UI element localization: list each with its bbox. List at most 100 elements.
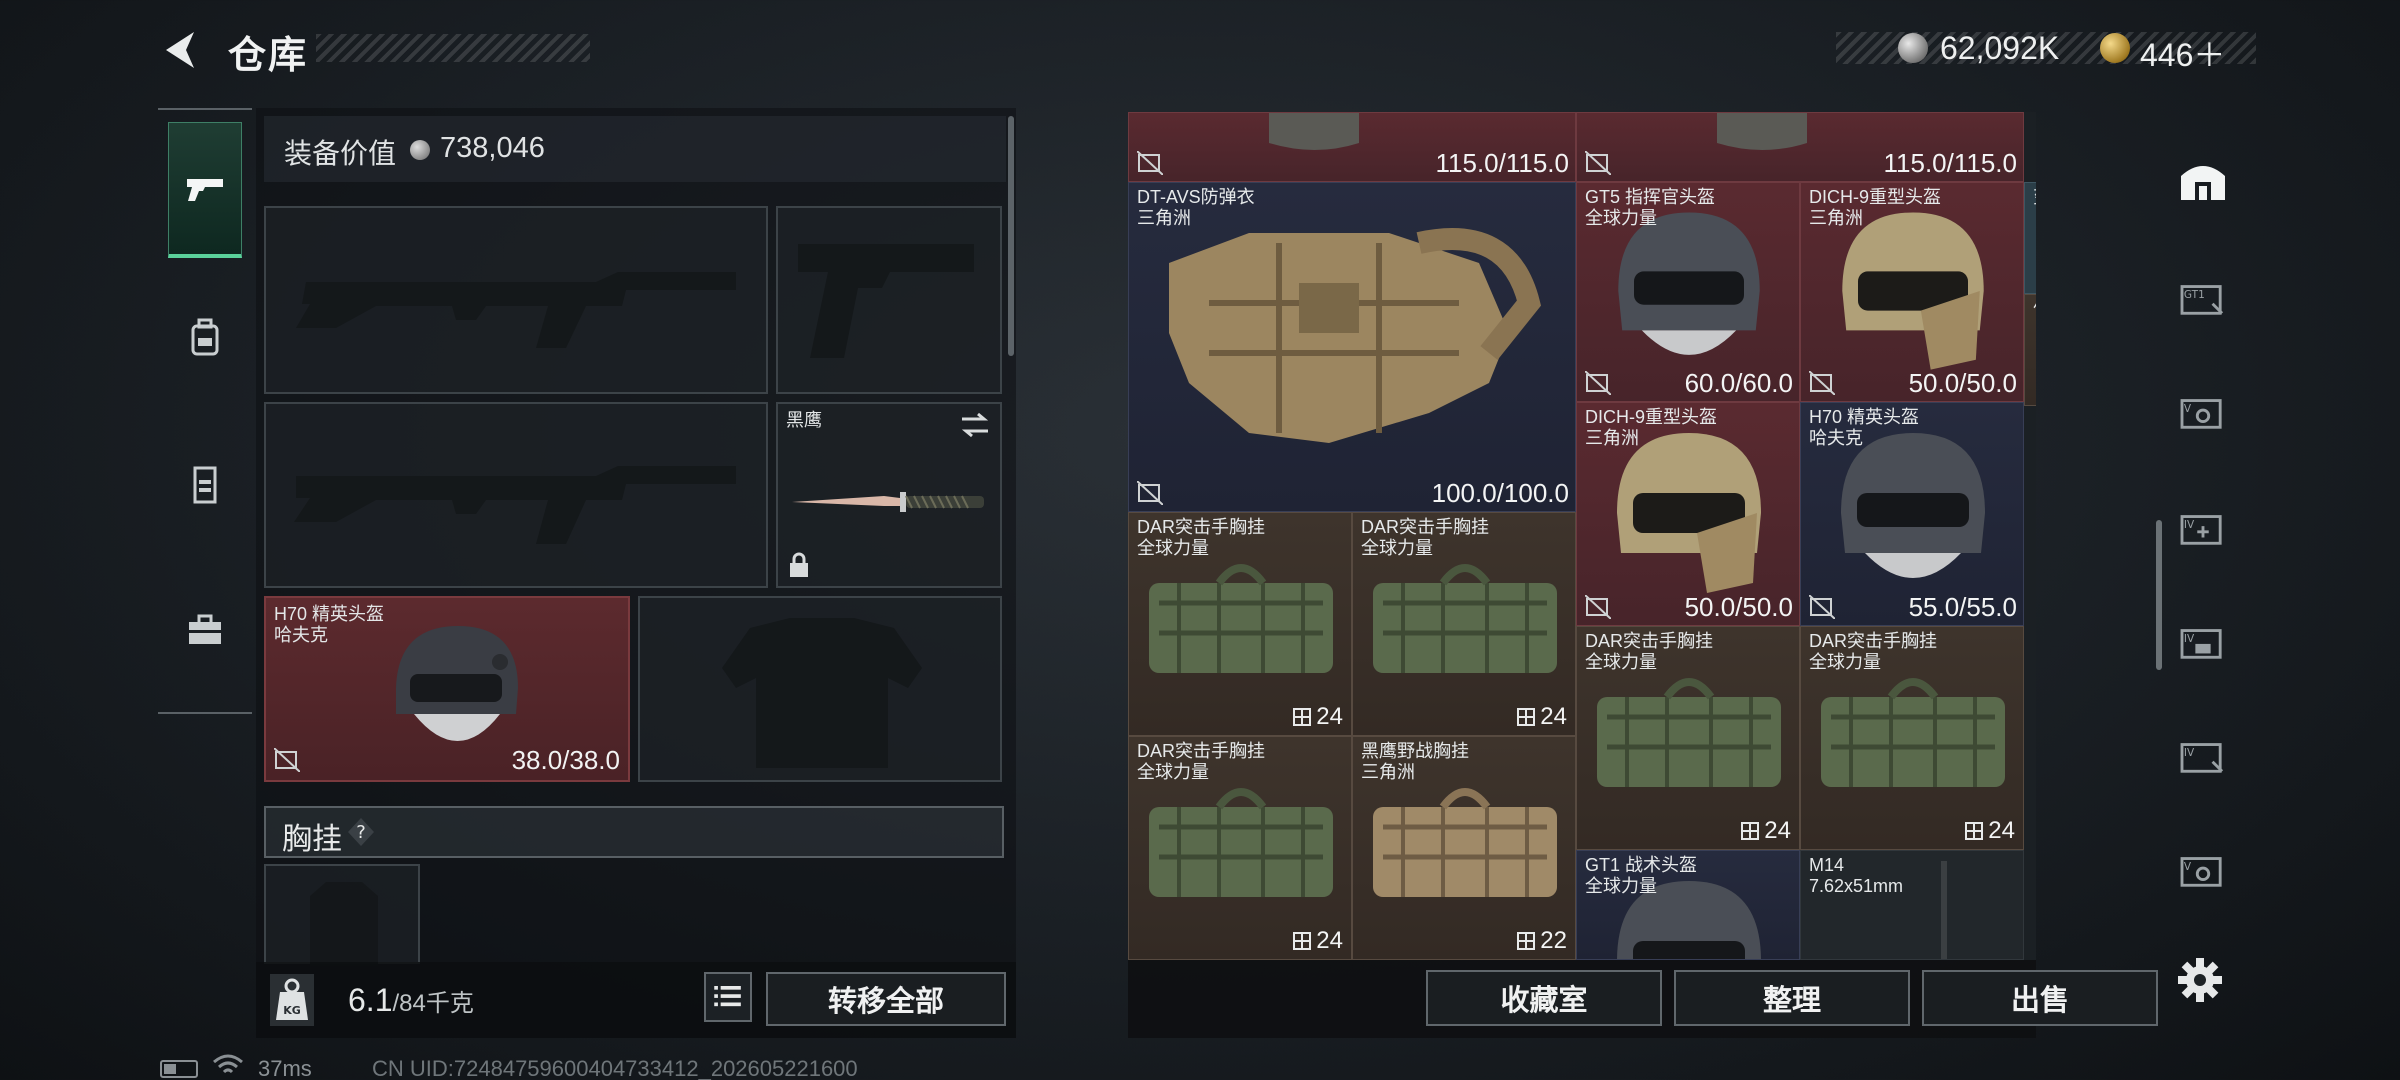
stash-page-1-tab[interactable]: GT1 [2172,268,2234,328]
stash-page-icon: IV [2180,743,2224,773]
capacity-value: 24 [1764,817,1791,844]
chest-rig-slot[interactable] [264,864,420,966]
item-name: 变电站宿舍 [2033,187,2036,208]
repair-status-icon [1585,151,1611,175]
weight-display: 6.1/84千克 [348,982,474,1019]
svg-text:V: V [2184,403,2192,415]
stash-page-4-tab[interactable]: IV [2172,612,2234,672]
item-capacity: 24 [1964,817,2015,845]
svg-text:IV: IV [2184,519,2195,531]
loadout-tab-bar [158,108,252,714]
swap-icon[interactable] [960,412,990,438]
sell-button[interactable]: 出售 [1922,970,2158,1026]
stash-item[interactable]: GT5 指挥官头盔 全球力量 60.0/60.0 [1576,182,1800,402]
organize-button[interactable]: 整理 [1674,970,1910,1026]
item-name: GT1 战术头盔 全球力量 [1585,855,1698,896]
toolbox-icon [189,614,221,644]
stash-home-tab[interactable] [2172,150,2234,210]
pistol-slot[interactable] [776,206,1002,394]
loadout-scrollbar[interactable] [1008,116,1014,356]
stash-item[interactable]: DAR突击手胸挂 全球力量 24 [1352,512,1576,736]
knife-image [792,492,984,512]
stash-page-6-tab[interactable]: V [2172,840,2234,900]
repair-status-icon [1137,481,1163,505]
svg-text:GT1: GT1 [2184,289,2205,301]
stash-item[interactable]: 115.0/115.0 [1576,112,2024,182]
user-id: CN UID:72484759600404733412_202605221600 [372,1056,858,1080]
svg-text:?: ? [356,822,366,843]
tab-weapons[interactable] [168,122,242,258]
secondary-weapon-slot[interactable] [264,402,768,588]
item-image [1169,228,1541,443]
stash-item[interactable]: DICH-9重型头盔 三角洲 50.0/50.0 [1576,402,1800,626]
tab-backpack[interactable] [168,270,242,406]
stash-page-2-tab[interactable]: V [2172,382,2234,442]
transfer-all-button[interactable]: 转移全部 [766,972,1006,1026]
stash-item[interactable]: DICH-9重型头盔 三角洲 50.0/50.0 [1800,182,2024,402]
gold-currency-amount[interactable]: 446＋ [2140,30,2225,76]
repair-status-icon [1585,595,1611,619]
current-weight: 6.1 [348,982,393,1018]
stash-category-bar: GT1 V IV IV IV V [2172,118,2238,938]
stash-item[interactable]: DAR突击手胸挂 全球力量 24 [1800,626,2024,850]
armor-slot[interactable] [638,596,1002,782]
capacity-value: 22 [1540,927,1567,954]
primary-weapon-slot[interactable] [264,206,768,394]
stash-item[interactable]: DAR突击手胸挂 全球力量 24 [1128,736,1352,960]
item-capacity: 24 [1292,703,1343,731]
tab-vest[interactable] [168,416,242,552]
capacity-value: 24 [1540,703,1567,730]
item-capacity: 24 [1292,927,1343,955]
stash-item[interactable]: 信物 [2024,294,2036,406]
melee-name: 黑鹰 [786,410,822,430]
list-view-button[interactable] [704,972,752,1022]
stash-page-icon: IV [2180,629,2222,659]
item-name: 信物 [2033,299,2036,320]
back-button[interactable] [158,28,204,72]
stash-item[interactable]: M14 7.62x51mm [1800,850,2024,960]
title-decoration [316,34,590,62]
battery-icon [160,1060,198,1078]
silver-currency-amount: 62,092K [1940,30,2060,66]
max-weight: /84千克 [392,990,474,1017]
settings-button[interactable] [2172,952,2228,1008]
help-button[interactable]: ? [346,816,376,848]
grid-capacity-icon [1293,708,1312,726]
grid-capacity-icon [1517,708,1536,726]
stash-item[interactable]: DAR突击手胸挂 全球力量 24 [1576,626,1800,850]
item-name: DAR突击手胸挂 全球力量 [1361,517,1490,558]
helmet-slot[interactable]: H70 精英头盔 哈夫克 38.0/38.0 [264,596,630,782]
list-icon [714,986,741,1007]
stash-page-icon: IV [2180,515,2222,545]
repair-status-icon [1137,151,1163,175]
collection-room-button[interactable]: 收藏室 [1426,970,1662,1026]
stash-page-3-tab[interactable]: IV [2172,498,2234,558]
stash-item[interactable]: GT1 战术头盔 全球力量 [1576,850,1800,960]
warehouse-icon [2181,166,2225,200]
grid-capacity-icon [1965,822,1984,840]
rifle-silhouette-icon [296,272,736,348]
item-durability: 100.0/100.0 [1431,478,1569,508]
grid-capacity-icon [1741,822,1760,840]
pistol-icon [187,178,223,201]
stash-item[interactable]: 115.0/115.0 [1128,112,1576,182]
item-capacity: 22 [1516,927,1567,955]
silver-coin-icon [1898,33,1928,63]
repair-status-icon [1585,371,1611,395]
repair-status-icon [274,748,300,772]
melee-slot[interactable]: 黑鹰 [776,402,1002,588]
item-name: DAR突击手胸挂 全球力量 [1585,631,1714,672]
item-name: GT5 指挥官头盔 全球力量 [1585,187,1716,228]
equipment-value: 738,046 [440,132,545,164]
capacity-value: 24 [1988,817,2015,844]
tab-toolbox[interactable] [168,562,242,698]
stash-scrollbar[interactable] [2156,520,2162,670]
stash-page-5-tab[interactable]: IV [2172,726,2234,786]
stash-item[interactable]: H70 精英头盔 哈夫克 55.0/55.0 [1800,402,2024,626]
stash-item[interactable]: DT-AVS防弹衣 三角洲 100.0/100.0 [1128,182,1576,512]
item-name: H70 精英头盔 哈夫克 [1809,407,1920,448]
back-arrow-icon [166,32,194,68]
stash-item[interactable]: 黑鹰野战胸挂 三角洲 22 [1352,736,1576,960]
stash-item[interactable]: DAR突击手胸挂 全球力量 24 [1128,512,1352,736]
stash-item[interactable]: 变电站宿舍 [2024,182,2036,294]
